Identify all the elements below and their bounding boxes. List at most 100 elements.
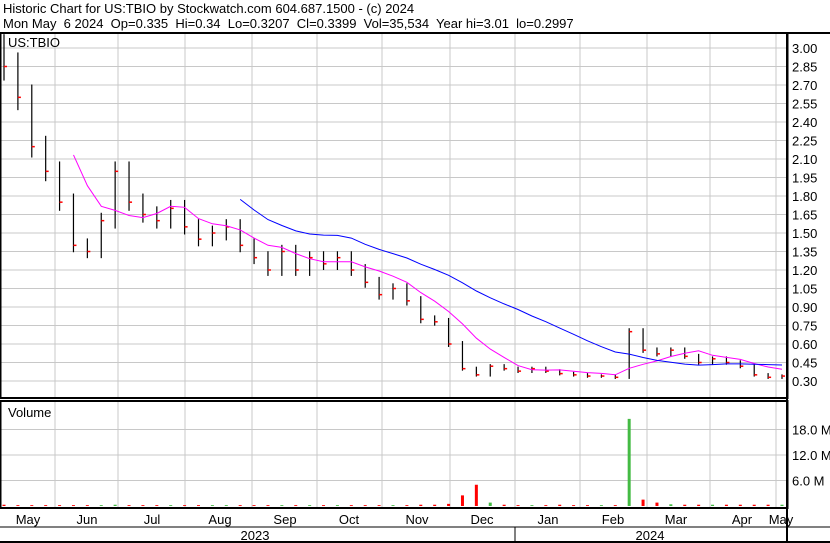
volume-bar <box>183 505 187 506</box>
price-tick-label: 1.95 <box>792 171 817 186</box>
year-label: 2024 <box>636 528 665 543</box>
moving-average-short-line <box>73 154 783 376</box>
volume-bar <box>294 505 298 506</box>
volume-bar <box>16 505 20 506</box>
volume-bar <box>322 505 326 506</box>
month-label: Nov <box>405 512 429 527</box>
volume-bar <box>627 418 631 506</box>
volume-bar <box>669 504 673 506</box>
volume-bar <box>766 504 770 506</box>
year-label: 2023 <box>241 528 270 543</box>
volume-bar <box>488 502 492 506</box>
month-label: Oct <box>339 512 360 527</box>
volume-bar <box>238 505 242 506</box>
volume-bar <box>113 504 117 506</box>
volume-bar <box>224 505 228 506</box>
price-tick-label: 3.00 <box>792 41 817 56</box>
volume-bar <box>2 504 6 506</box>
month-label: Sep <box>273 512 296 527</box>
volume-bar <box>586 505 589 506</box>
volume-bar <box>544 505 548 506</box>
price-tick-label: 1.65 <box>792 208 817 223</box>
volume-bar <box>405 505 409 506</box>
volume-bar <box>266 505 270 506</box>
volume-bar <box>780 504 784 506</box>
month-label: Feb <box>602 512 624 527</box>
volume-bar <box>141 505 145 506</box>
volume-bar <box>308 505 312 506</box>
price-tick-label: 1.20 <box>792 263 817 278</box>
price-tick-label: 0.60 <box>792 337 817 352</box>
price-tick-label: 2.25 <box>792 134 817 149</box>
volume-tick-label: 12.0 M <box>792 448 830 463</box>
price-tick-label: 1.35 <box>792 245 817 260</box>
volume-label: Volume <box>8 405 51 420</box>
price-tick-label: 0.45 <box>792 356 817 371</box>
volume-bar <box>363 505 367 506</box>
volume-bar <box>377 505 381 506</box>
price-tick-label: 2.85 <box>792 60 817 75</box>
volume-bar <box>460 495 464 506</box>
price-tick-label: 0.90 <box>792 300 817 315</box>
chart-title: US:TBIO <box>8 35 60 50</box>
price-tick-label: 2.40 <box>792 115 817 130</box>
volume-bar <box>252 505 256 506</box>
volume-bar <box>433 504 437 506</box>
volume-bar <box>502 504 506 506</box>
volume-bar <box>530 505 534 506</box>
price-tick-label: 2.70 <box>792 78 817 93</box>
month-label: Apr <box>732 512 753 527</box>
price-tick-label: 2.10 <box>792 152 817 167</box>
volume-bar <box>447 503 451 506</box>
volume-bar <box>724 504 728 506</box>
volume-bar <box>349 505 353 506</box>
volume-bar <box>752 504 756 506</box>
volume-bar <box>210 505 214 506</box>
volume-bar <box>697 504 701 506</box>
volume-bar <box>280 505 284 506</box>
volume-bar <box>655 502 659 506</box>
month-label: Dec <box>470 512 494 527</box>
month-label: Jun <box>77 512 98 527</box>
volume-bar <box>169 505 173 506</box>
volume-tick-label: 6.0 M <box>792 474 825 489</box>
volume-bar <box>738 504 742 506</box>
month-label: May <box>769 512 794 527</box>
price-tick-label: 0.30 <box>792 374 817 389</box>
price-tick-label: 1.50 <box>792 226 817 241</box>
volume-bar <box>572 505 576 506</box>
price-tick-label: 0.75 <box>792 319 817 334</box>
volume-bar <box>335 505 339 506</box>
volume-tick-label: 18.0 M <box>792 423 830 438</box>
month-label: Aug <box>208 512 231 527</box>
volume-bar <box>516 505 520 506</box>
moving-average-long-line <box>239 199 783 366</box>
volume-bar <box>558 504 562 506</box>
month-label: Mar <box>665 512 688 527</box>
volume-bar <box>419 504 423 506</box>
price-volume-chart: 3.00 2.85 2.70 2.55 2.40 2.25 2.10 1.95 1.80 1.65… <box>0 32 830 543</box>
volume-bar <box>99 505 103 506</box>
volume-bar <box>71 505 75 506</box>
volume-bar <box>599 505 603 506</box>
month-label: Jul <box>144 512 161 527</box>
price-tick-label: 1.80 <box>792 189 817 204</box>
month-label: May <box>16 512 41 527</box>
chart-window: Historic Chart for US:TBIO by Stockwatch… <box>0 0 830 543</box>
volume-bar <box>85 505 89 506</box>
volume-bar <box>155 505 159 506</box>
volume-bar <box>127 505 131 506</box>
volume-bar <box>30 505 34 506</box>
volume-bar <box>683 504 687 506</box>
volume-bar <box>391 505 395 506</box>
price-tick-label: 1.05 <box>792 282 817 297</box>
volume-bar <box>58 505 62 506</box>
volume-bar <box>711 504 715 506</box>
panel-frame <box>0 32 789 399</box>
month-label: Jan <box>538 512 559 527</box>
volume-bar <box>197 505 200 506</box>
volume-bar <box>474 484 478 506</box>
volume-bar <box>613 505 617 506</box>
volume-bar <box>44 505 48 506</box>
volume-bar <box>641 499 645 506</box>
